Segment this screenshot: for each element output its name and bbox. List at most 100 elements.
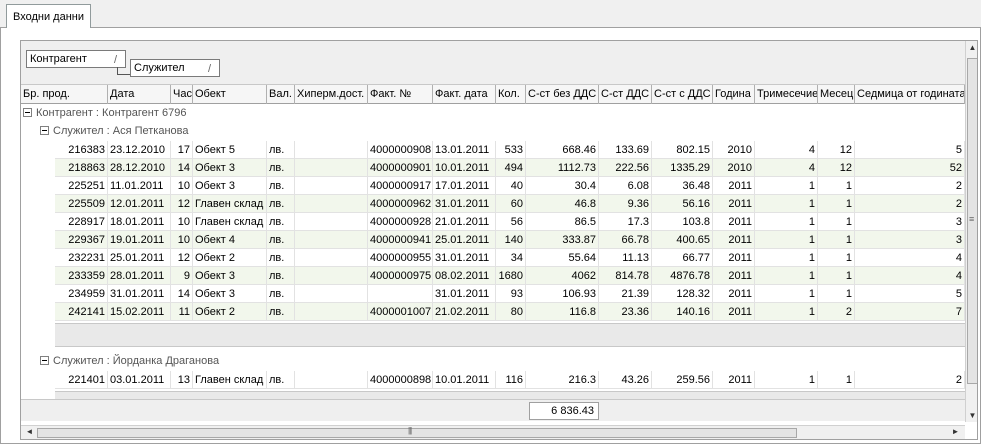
table-row[interactable]: 218863 28.12.2010 14 Обект 3 лв. 4000000901 10… <box>55 159 965 177</box>
table-cell: Главен склад <box>193 195 267 213</box>
table-cell: 4000000975 <box>368 267 433 285</box>
table-cell: 10.01.2011 <box>433 371 496 389</box>
table-cell: 2 <box>855 177 965 195</box>
table-row[interactable]: 242141 15.02.2011 11 Обект 2 лв. 4000001007 21… <box>55 303 965 321</box>
column-header[interactable]: Кол. <box>496 85 526 104</box>
table-cell: 1680 <box>496 267 526 285</box>
table-row[interactable]: 228917 18.01.2011 10 Главен склад лв. 4000000… <box>55 213 965 231</box>
column-header[interactable]: Седмица от годината <box>855 85 965 104</box>
table-cell: 23.12.2010 <box>108 141 171 159</box>
column-header[interactable]: Година <box>713 85 755 104</box>
column-header[interactable]: Обект <box>193 85 267 104</box>
table-cell: 494 <box>496 159 526 177</box>
column-header[interactable]: Факт. дата <box>433 85 496 104</box>
group-by-panel: Контрагент / Служител / <box>21 41 965 85</box>
table-cell: 30.4 <box>526 177 599 195</box>
table-cell <box>295 303 368 321</box>
table-cell <box>295 213 368 231</box>
table-row[interactable]: 229367 19.01.2011 10 Обект 4 лв. 4000000941 25… <box>55 231 965 249</box>
scroll-left-icon[interactable]: ◄ <box>23 427 36 436</box>
table-cell: 3 <box>855 231 965 249</box>
table-row[interactable]: 233359 28.01.2011 9 Обект 3 лв. 4000000975 08.… <box>55 267 965 285</box>
table-cell: лв. <box>267 303 295 321</box>
collapse-icon[interactable] <box>40 125 49 135</box>
grand-total-value: 6 836.43 <box>529 402 599 420</box>
table-cell: 233359 <box>55 267 108 285</box>
column-header[interactable]: Тримесечие <box>755 85 818 104</box>
table-cell: 400.65 <box>652 231 713 249</box>
vertical-scroll-thumb[interactable] <box>967 58 977 384</box>
table-cell <box>295 177 368 195</box>
table-cell: 2011 <box>713 195 755 213</box>
table-cell: 242141 <box>55 303 108 321</box>
table-cell: 10 <box>171 231 193 249</box>
table-cell: 333.87 <box>526 231 599 249</box>
tab-strip: Входни данни <box>0 0 981 29</box>
table-cell: 4000000898 <box>368 371 433 389</box>
table-cell: 12 <box>171 195 193 213</box>
table-row[interactable]: 216383 23.12.2010 17 Обект 5 лв. 4000000908 13… <box>55 141 965 159</box>
table-cell: 2011 <box>713 303 755 321</box>
table-cell <box>295 231 368 249</box>
group-button-counterparty[interactable]: Контрагент / <box>26 50 126 68</box>
table-row[interactable]: 225509 12.01.2011 12 Главен склад лв. 4000000… <box>55 195 965 213</box>
table-row[interactable]: 225251 11.01.2011 10 Обект 3 лв. 4000000917 17… <box>55 177 965 195</box>
group-footer <box>55 323 965 347</box>
table-cell: 4000000962 <box>368 195 433 213</box>
group-button-employee[interactable]: Служител / <box>130 59 220 77</box>
table-cell: 17.01.2011 <box>433 177 496 195</box>
column-header[interactable]: Бр. прод. <box>21 85 108 104</box>
table-cell: 86.5 <box>526 213 599 231</box>
table-cell: 19.01.2011 <box>108 231 171 249</box>
table-cell: 03.01.2011 <box>108 371 171 389</box>
table-cell: 11 <box>171 303 193 321</box>
column-header[interactable]: Дата <box>108 85 171 104</box>
horizontal-scroll-thumb[interactable] <box>37 426 797 438</box>
group-label: Контрагент : Контрагент 6796 <box>36 107 187 119</box>
table-cell: 1 <box>818 195 855 213</box>
table-cell: 2010 <box>713 159 755 177</box>
group-row-counterparty[interactable]: Контрагент : Контрагент 6796 <box>23 105 186 122</box>
table-cell: 1 <box>755 195 818 213</box>
table-cell: 7 <box>855 303 965 321</box>
column-header[interactable]: Факт. № <box>368 85 433 104</box>
vertical-scrollbar[interactable]: ▲ ▼ <box>965 41 977 422</box>
collapse-icon[interactable] <box>40 355 49 365</box>
column-header[interactable]: Месец <box>818 85 855 104</box>
table-row[interactable]: 234959 31.01.2011 14 Обект 3 лв. 31.01.2011 93… <box>55 285 965 303</box>
table-row[interactable]: 221401 03.01.2011 13 Главен склад лв. 4000000… <box>55 371 965 389</box>
scroll-right-icon[interactable]: ► <box>949 427 962 436</box>
collapse-icon[interactable] <box>23 107 32 117</box>
table-cell: 533 <box>496 141 526 159</box>
horizontal-scrollbar[interactable]: ◄ ► <box>21 425 965 439</box>
table-cell: лв. <box>267 195 295 213</box>
scroll-down-icon[interactable]: ▼ <box>966 411 977 420</box>
group-row-employee[interactable]: Служител : Ася Петканова <box>40 123 189 140</box>
table-cell: 229367 <box>55 231 108 249</box>
table-cell: 12 <box>818 141 855 159</box>
group-row-employee[interactable]: Служител : Йорданка Драганова <box>40 353 219 370</box>
tab-input-data[interactable]: Входни данни <box>6 4 91 29</box>
table-cell: 21.02.2011 <box>433 303 496 321</box>
column-header[interactable]: С-ст без ДДС <box>526 85 599 104</box>
column-header[interactable]: Вал. <box>267 85 295 104</box>
table-cell: 225509 <box>55 195 108 213</box>
column-header[interactable]: С-ст с ДДС <box>652 85 713 104</box>
table-cell: 140 <box>496 231 526 249</box>
table-cell: 2011 <box>713 285 755 303</box>
column-header[interactable]: Хиперм.дост. <box>295 85 368 104</box>
table-cell: 1 <box>818 177 855 195</box>
column-header[interactable]: Час <box>171 85 193 104</box>
table-cell: 4000001007 <box>368 303 433 321</box>
column-header[interactable]: С-ст ДДС <box>599 85 652 104</box>
table-cell: 133.69 <box>599 141 652 159</box>
table-row[interactable]: 232231 25.01.2011 12 Обект 2 лв. 4000000955 31… <box>55 249 965 267</box>
scroll-up-icon[interactable]: ▲ <box>966 43 977 52</box>
table-cell: 1 <box>755 303 818 321</box>
table-cell: 4000000928 <box>368 213 433 231</box>
table-cell: 4 <box>855 267 965 285</box>
table-cell: 1335.29 <box>652 159 713 177</box>
table-cell: 17.3 <box>599 213 652 231</box>
group-button-label: Служител <box>134 62 185 74</box>
table-cell: 232231 <box>55 249 108 267</box>
